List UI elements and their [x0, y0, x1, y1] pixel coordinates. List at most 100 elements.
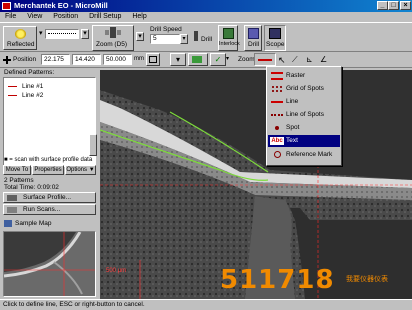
- pointer-icon[interactable]: ↖: [278, 55, 288, 65]
- run-scans-label: Run Scans...: [23, 206, 61, 213]
- zoom-label: Zoom (D5): [96, 41, 128, 48]
- line-icon: [271, 98, 283, 106]
- drill-speed-label: Drill Speed: [150, 26, 182, 33]
- light-intensity-slider[interactable]: [45, 29, 79, 39]
- angle-icon[interactable]: ∠: [320, 55, 330, 65]
- pattern-name: Line #2: [22, 92, 44, 99]
- grid-of-spots-icon: [271, 85, 283, 93]
- watermark-sub: 我要仪器仪表: [346, 276, 388, 283]
- close-button[interactable]: ×: [400, 1, 411, 10]
- line-pattern-icon: [8, 95, 17, 96]
- pin-button[interactable]: ▾: [170, 53, 186, 66]
- maximize-button[interactable]: □: [388, 1, 399, 10]
- text-icon: Abc: [270, 137, 284, 145]
- menu-help[interactable]: Help: [132, 13, 146, 20]
- drill-view-button[interactable]: Drill: [244, 25, 262, 51]
- position-toolbar: Position 22.175 14.420 50.000 mm ▾ ✓ ▾ Z…: [0, 52, 412, 68]
- sample-map-image: [4, 232, 95, 296]
- check-dropdown-icon[interactable]: ▾: [226, 55, 232, 64]
- menu-file[interactable]: File: [5, 13, 16, 20]
- defined-patterns-label: Defined Patterns:: [4, 69, 55, 76]
- position-unit: mm: [134, 56, 144, 62]
- pattern-count: 2 Patterns: [4, 177, 34, 184]
- drill-button[interactable]: Drill: [192, 29, 216, 49]
- pattern-name: Line #1: [22, 83, 44, 90]
- menu-item-text[interactable]: Abc Text: [268, 135, 340, 147]
- pattern-list[interactable]: Line #1 Line #2: [3, 77, 96, 167]
- move-to-button[interactable]: Move To: [3, 165, 31, 175]
- raster-icon: [271, 72, 283, 80]
- pattern-type-menu: Raster Grid of Spots Line Line of Spots …: [266, 66, 342, 166]
- scale-text: 500 µm: [106, 268, 127, 274]
- run-icon: [7, 207, 17, 213]
- map-icon: [4, 220, 12, 227]
- stage-map-button[interactable]: [146, 53, 160, 66]
- checkmark-button[interactable]: ✓: [210, 53, 226, 66]
- minimize-button[interactable]: _: [377, 1, 388, 10]
- scope-icon: [269, 28, 281, 39]
- zoom-control-icon: [105, 27, 121, 38]
- profile-icon[interactable]: ⟋: [292, 55, 302, 65]
- run-scans-button[interactable]: Run Scans...: [3, 204, 96, 215]
- list-scrollbar[interactable]: [89, 134, 97, 156]
- drill-view-label: Drill: [248, 41, 260, 48]
- interlock-button[interactable]: Interlock: [218, 25, 240, 51]
- list-item[interactable]: Line #1: [6, 82, 94, 91]
- sample-map-label: Sample Map: [15, 220, 52, 227]
- menu-item-line[interactable]: Line: [268, 96, 340, 108]
- checkmark-icon: ✓: [214, 55, 222, 64]
- menu-drill-setup[interactable]: Drill Setup: [89, 13, 121, 20]
- pattern-tool-button[interactable]: [188, 53, 208, 66]
- pattern-type-selector[interactable]: [254, 53, 276, 66]
- sample-map-view[interactable]: [3, 231, 96, 297]
- watermark-number: 511718: [220, 265, 335, 295]
- menu-bar: File View Position Drill Setup Help: [0, 12, 412, 22]
- drill-speed-spinner[interactable]: ▾: [180, 34, 188, 44]
- menu-item-raster[interactable]: Raster: [268, 70, 340, 82]
- reflected-button[interactable]: Reflected: [3, 26, 37, 50]
- reference-mark-icon: [271, 151, 283, 159]
- menu-view[interactable]: View: [27, 13, 42, 20]
- main-toolbar: Reflected ▾ ▾ Zoom (D5) ▾ Drill Speed 5 …: [0, 22, 412, 52]
- surface-profile-label: Surface Profile...: [23, 194, 72, 201]
- drill-bit-icon: [194, 31, 198, 41]
- position-label: Position: [13, 56, 37, 63]
- drill-label: Drill: [201, 36, 213, 43]
- list-item[interactable]: Line #2: [6, 91, 94, 100]
- position-z-input[interactable]: 50.000: [103, 54, 132, 65]
- zoom-button[interactable]: Zoom (D5): [92, 25, 134, 51]
- menu-position[interactable]: Position: [53, 13, 78, 20]
- chevron-down-icon[interactable]: ▾: [39, 29, 43, 39]
- position-x-input[interactable]: 22.175: [41, 54, 70, 65]
- interlock-label: Interlock: [219, 41, 240, 47]
- pattern-icon: [192, 56, 202, 63]
- measure-icon[interactable]: ⊾: [306, 55, 316, 65]
- scope-label: Scope: [266, 41, 285, 48]
- menu-item-spot[interactable]: Spot: [268, 122, 340, 134]
- drill-speed-input[interactable]: 5: [150, 34, 180, 44]
- drill-view-icon: [248, 28, 259, 39]
- line-pattern-icon: [8, 86, 17, 87]
- zoom-tool-label: Zoom: [238, 56, 255, 63]
- properties-button[interactable]: Properties: [32, 165, 64, 175]
- menu-item-grid-of-spots[interactable]: Grid of Spots: [268, 83, 340, 95]
- options-button[interactable]: Options ▼: [65, 165, 96, 175]
- slider-dropdown-button[interactable]: ▾: [81, 29, 89, 39]
- scope-button[interactable]: Scope: [264, 25, 286, 51]
- scan-note: ■ = scan with surface profile data: [4, 157, 93, 163]
- status-text: Click to define line, ESC or right-butto…: [3, 301, 145, 308]
- app-icon: [2, 2, 11, 10]
- light-bulb-icon: [15, 29, 26, 39]
- surface-profile-button[interactable]: Surface Profile...: [3, 192, 96, 203]
- pin-icon: ▾: [175, 55, 180, 64]
- zoom-dropdown-button[interactable]: ▾: [136, 32, 144, 41]
- menu-item-reference-mark[interactable]: Reference Mark: [268, 149, 340, 161]
- spot-icon: [271, 124, 283, 132]
- camera-viewport[interactable]: 500 µm 511718 我要仪器仪表: [100, 70, 412, 299]
- interlock-icon: [223, 28, 234, 39]
- window-title: Merchantek EO - MicroMill: [14, 1, 108, 10]
- position-y-input[interactable]: 14.420: [72, 54, 101, 65]
- total-time: Total Time: 0:09:02: [4, 184, 59, 191]
- patterns-panel: Defined Patterns: Line #1 Line #2 ■ = sc…: [0, 68, 99, 299]
- menu-item-line-of-spots[interactable]: Line of Spots: [268, 109, 340, 121]
